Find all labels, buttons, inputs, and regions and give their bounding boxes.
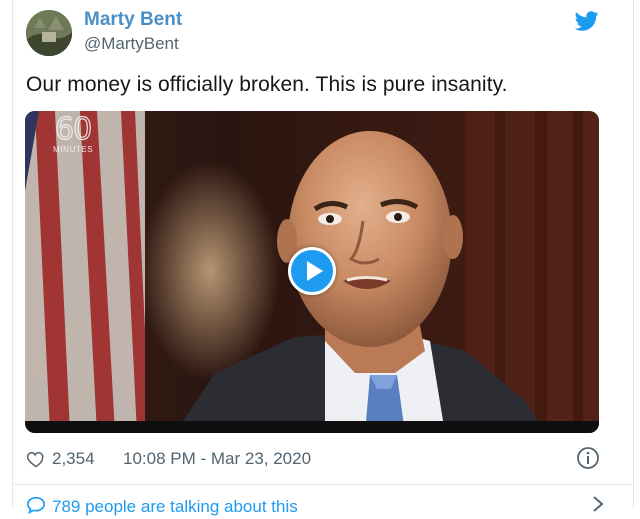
chevron-right-icon[interactable] [590,494,606,519]
heart-icon[interactable] [26,449,46,474]
info-icon[interactable] [576,446,600,470]
tweet-text: Our money is officially broken. This is … [26,73,508,96]
video-channel-logo: 60 MINUTES [53,112,94,154]
tweet-timestamp[interactable]: 10:08 PM - Mar 23, 2020 [123,449,311,469]
author-handle[interactable]: @MartyBent [84,34,179,54]
play-button[interactable] [288,247,336,295]
author-name[interactable]: Marty Bent [84,9,182,31]
footer-divider [12,484,632,485]
logo-word: MINUTES [53,145,94,154]
conversation-text: 789 people are talking about this [52,496,298,516]
avatar[interactable] [26,10,72,56]
like-count: 2,354 [52,449,95,468]
play-icon [307,261,323,281]
logo-number: 60 [54,112,92,147]
twitter-bird-icon[interactable] [574,9,599,33]
tweet-footer: 2,354 10:08 PM - Mar 23, 2020 [26,446,600,470]
video-player[interactable]: 60 MINUTES [25,111,599,433]
